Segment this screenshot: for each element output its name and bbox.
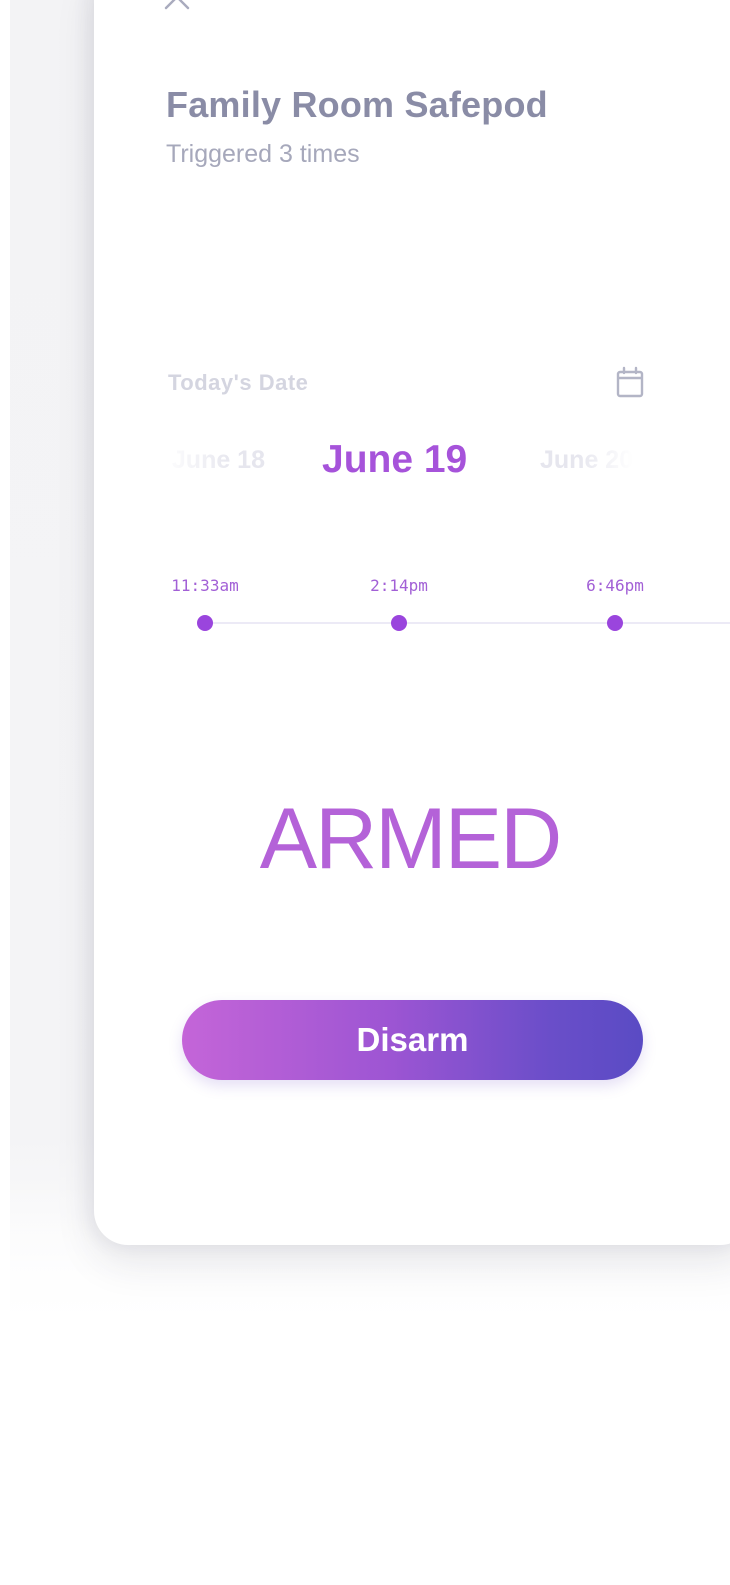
trigger-count: Triggered 3 times bbox=[166, 140, 360, 168]
event-time: 11:33am bbox=[171, 576, 239, 595]
calendar-icon[interactable] bbox=[614, 366, 646, 400]
screen: Family Room Safepod Triggered 3 times To… bbox=[0, 0, 730, 1585]
date-label: Today's Date bbox=[168, 370, 309, 395]
trigger-timeline: 11:33am 2:14pm 6:46pm bbox=[150, 570, 730, 650]
event-dot bbox=[607, 615, 623, 631]
event-time: 6:46pm bbox=[586, 576, 644, 595]
timeline-event[interactable]: 11:33am bbox=[150, 570, 260, 640]
date-previous[interactable]: June 18 bbox=[160, 428, 265, 498]
event-dot bbox=[391, 615, 407, 631]
event-time: 2:14pm bbox=[370, 576, 428, 595]
timeline-event[interactable]: 6:46pm bbox=[560, 570, 670, 640]
disarm-button[interactable]: Disarm bbox=[182, 1000, 643, 1080]
date-next[interactable]: June 20 bbox=[540, 428, 633, 498]
date-current[interactable]: June 19 bbox=[322, 428, 467, 498]
timeline-event[interactable]: 2:14pm bbox=[344, 570, 454, 640]
armed-status: ARMED bbox=[259, 791, 563, 887]
device-title: Family Room Safepod bbox=[166, 84, 548, 125]
event-dot bbox=[197, 615, 213, 631]
close-icon[interactable] bbox=[162, 0, 192, 12]
date-carousel[interactable]: June 18 June 19 June 20 bbox=[160, 428, 650, 498]
